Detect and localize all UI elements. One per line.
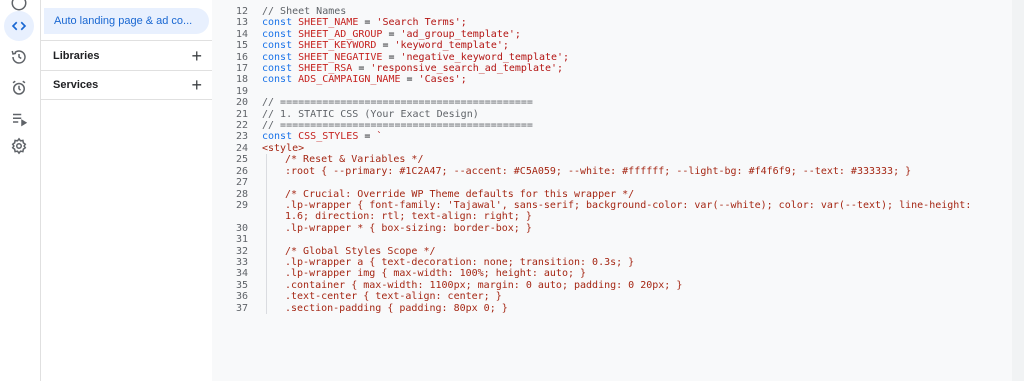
code-line: 20 // ===================================…	[212, 97, 993, 108]
line-text: .lp-wrapper { font-family: 'Tajawal', sa…	[266, 199, 993, 223]
line-text: const SHEET_KEYWORD = 'keyword_template'…	[262, 40, 509, 52]
code-line: 16 const SHEET_NEGATIVE = 'negative_keywo…	[212, 52, 993, 63]
line-text: const SHEET_NAME = 'Search Terms';	[262, 17, 467, 29]
line-text: // =====================================…	[262, 97, 533, 109]
add-service-button[interactable]: +	[191, 76, 202, 94]
code-line: 30 .lp-wrapper * { box-sizing: border-box…	[212, 222, 993, 235]
line-number: 15	[235, 40, 248, 52]
code-line: 15 const SHEET_KEYWORD = 'keyword_templat…	[212, 40, 993, 51]
line-text: const SHEET_NEGATIVE = 'negative_keyword…	[262, 51, 570, 63]
line-number: 13	[235, 17, 248, 29]
line-number: 14	[235, 28, 248, 40]
line-number: 26	[235, 165, 248, 177]
code-line: 18 const ADS_CAMPAIGN_NAME = 'Cases';	[212, 74, 993, 85]
line-number: 16	[235, 51, 248, 63]
libraries-label: Libraries	[53, 49, 100, 62]
line-text: /* Reset & Variables */	[266, 154, 993, 166]
line-number: 17	[235, 63, 248, 75]
line-text: /* Global Styles Scope */	[266, 245, 993, 257]
line-text: // =====================================…	[262, 120, 533, 132]
left-rail	[0, 0, 40, 381]
code-line: 31	[212, 234, 993, 246]
code-line: 22 // ===================================…	[212, 120, 993, 131]
line-text: .lp-wrapper * { box-sizing: border-box; …	[266, 222, 993, 235]
line-text: <style>	[262, 142, 305, 154]
code-line: 23 const CSS_STYLES = `	[212, 131, 993, 142]
add-library-button[interactable]: +	[191, 47, 202, 65]
line-number: 20	[235, 97, 248, 109]
code-line: 26 :root { --primary: #1C2A47; --accent: …	[212, 165, 993, 178]
line-text	[266, 234, 993, 246]
code-line: 35 .container { max-width: 1100px; margin…	[212, 279, 993, 292]
trigger-icon[interactable]	[4, 73, 34, 103]
code-lines: 12 // Sheet Names 13 const SHEET_NAME = 'Se…	[212, 6, 993, 314]
line-number: 36	[235, 291, 248, 303]
services-label: Services	[53, 79, 99, 91]
code-editor[interactable]: 12 // Sheet Names 13 const SHEET_NAME = 'Se…	[212, 0, 1013, 381]
line-text: const SHEET_RSA = 'responsive_search_ad_…	[262, 63, 564, 75]
services-section: Services +	[41, 70, 212, 100]
line-number: 21	[235, 108, 248, 120]
code-line: 34 .lp-wrapper img { max-width: 100%; hei…	[212, 268, 993, 280]
line-text: .text-center { text-align: center; }	[266, 291, 993, 303]
history-icon[interactable]	[4, 42, 34, 72]
line-text	[262, 86, 992, 97]
line-number: 22	[235, 120, 248, 132]
code-line: 27	[212, 177, 993, 189]
line-number: 32	[235, 245, 248, 257]
line-number: 34	[235, 268, 248, 280]
line-text: .container { max-width: 1100px; margin: …	[266, 279, 993, 292]
line-text: // Sheet Names	[262, 6, 347, 17]
code-line: 24 <style>	[212, 143, 993, 154]
line-text: .section-padding { padding: 80px 0; }	[266, 302, 993, 314]
line-text: :root { --primary: #1C2A47; --accent: #C…	[266, 165, 993, 178]
line-number: 24	[235, 142, 248, 154]
line-text: .lp-wrapper img { max-width: 100%; heigh…	[266, 268, 993, 280]
line-number: 18	[235, 74, 248, 86]
line-number: 19	[235, 85, 248, 97]
code-line: 21 // 1. STATIC CSS (Your Exact Design)	[212, 109, 993, 120]
line-number: 28	[235, 188, 248, 200]
code-line: 12 // Sheet Names	[212, 6, 993, 17]
code-line: 17 const SHEET_RSA = 'responsive_search_a…	[212, 63, 993, 74]
line-text: const SHEET_AD_GROUP = 'ad_group_templat…	[262, 28, 521, 40]
line-text: const CSS_STYLES = `	[262, 131, 383, 143]
code-icon[interactable]	[4, 11, 34, 41]
line-number: 12	[235, 6, 248, 17]
line-text	[266, 177, 993, 189]
settings-icon[interactable]	[4, 131, 34, 161]
files-panel: Auto landing page & ad co... Libraries +…	[40, 0, 213, 381]
code-line: 32 /* Global Styles Scope */	[212, 245, 993, 257]
line-number: 25	[235, 154, 248, 166]
line-number: 35	[235, 279, 248, 291]
line-text: .lp-wrapper a { text-decoration: none; t…	[266, 256, 993, 269]
libraries-section: Libraries +	[41, 40, 212, 70]
line-number: 29	[235, 199, 248, 211]
executions-icon[interactable]	[4, 104, 34, 134]
code-line: 25 /* Reset & Variables */	[212, 154, 993, 166]
code-line: 13 const SHEET_NAME = 'Search Terms';	[212, 17, 993, 28]
line-number: 37	[235, 302, 248, 314]
line-number: 31	[235, 234, 248, 246]
line-number: 27	[235, 177, 248, 189]
code-line: 37 .section-padding { padding: 80px 0; }	[212, 302, 993, 314]
code-line: 33 .lp-wrapper a { text-decoration: none;…	[212, 256, 993, 269]
line-number: 23	[235, 131, 248, 143]
editor-scrollbar[interactable]	[1012, 0, 1024, 381]
code-line: 29 .lp-wrapper { font-family: 'Tajawal', …	[212, 199, 993, 223]
code-line: 36 .text-center { text-align: center; }	[212, 291, 993, 303]
file-item-active[interactable]: Auto landing page & ad co...	[44, 8, 209, 34]
code-line: 14 const SHEET_AD_GROUP = 'ad_group_templ…	[212, 29, 993, 40]
line-text: /* Crucial: Override WP Theme defaults f…	[266, 188, 993, 200]
code-line: 28 /* Crucial: Override WP Theme defaults…	[212, 188, 993, 200]
line-number: 33	[235, 256, 248, 268]
line-text: // 1. STATIC CSS (Your Exact Design)	[262, 108, 479, 120]
line-text: const ADS_CAMPAIGN_NAME = 'Cases';	[262, 74, 467, 86]
line-number: 30	[235, 222, 248, 234]
code-line: 19	[212, 86, 993, 97]
